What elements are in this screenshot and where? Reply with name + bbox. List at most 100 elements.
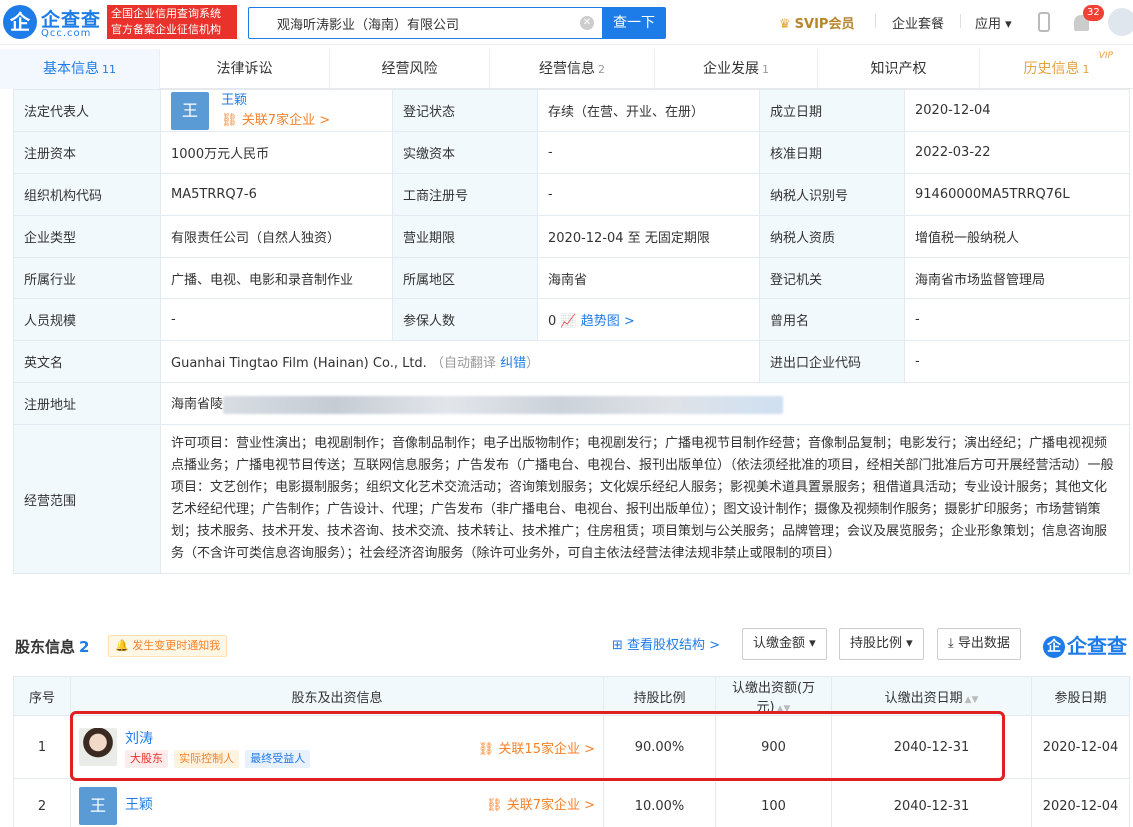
clear-icon[interactable]: ✕ bbox=[580, 16, 594, 30]
tax-id-value: 91460000MA5TRRQ76L bbox=[904, 173, 1130, 216]
term-value: 2020-12-04 至 无固定期限 bbox=[537, 215, 760, 258]
shareholder-name[interactable]: 刘涛 bbox=[125, 728, 153, 748]
tab-label: 历史信息 bbox=[1023, 61, 1080, 77]
link-icon: ⛓ bbox=[486, 798, 503, 813]
phone-icon[interactable] bbox=[1038, 12, 1050, 32]
col-date-label: 认缴出资日期 bbox=[884, 690, 963, 706]
tag-major-shareholder: 大股东 bbox=[125, 750, 168, 768]
table-row: 法定代表人 王 王颖 ⛓ 关联7家企业 > 登记状态 存续（在营、开业、在册） … bbox=[13, 89, 1130, 132]
insured-cell: 0 📈 趋势图 > bbox=[537, 298, 760, 341]
correct-link[interactable]: 纠错 bbox=[500, 356, 526, 371]
svip-link[interactable]: ♛ SVIP会员 bbox=[779, 13, 854, 32]
brand-mark: 企 bbox=[1043, 636, 1065, 658]
tab-label: 基本信息 bbox=[43, 61, 99, 77]
reg-status-value: 存续（在营、开业、在册） bbox=[537, 89, 760, 132]
tab-count: 1 bbox=[762, 63, 769, 76]
shareholder-cell: 刘涛 大股东 实际控制人 最终受益人 ⛓ 关联15家企业 > bbox=[70, 715, 604, 779]
caret-down-icon: ▾ bbox=[1005, 17, 1012, 32]
col-date[interactable]: 认缴出资日期 ▲▼ bbox=[831, 676, 1032, 716]
tab-label: 法律诉讼 bbox=[216, 61, 273, 77]
trend-link[interactable]: 📈 趋势图 > bbox=[560, 314, 634, 329]
amount-value: 900 bbox=[715, 715, 832, 779]
tab-operational-risk[interactable]: 经营风险 bbox=[330, 49, 490, 89]
ie-code-value: - bbox=[904, 340, 1130, 383]
sort-ratio-button[interactable]: 持股比例 ▾ bbox=[839, 628, 924, 660]
legal-rep-related-link[interactable]: ⛓ 关联7家企业 > bbox=[221, 113, 330, 128]
sort-icon: ▲▼ bbox=[776, 704, 791, 714]
tab-development[interactable]: 企业发展 1 bbox=[655, 49, 818, 89]
shareholder-cell: 王 王颖 ⛓ 关联7家企业 > bbox=[70, 778, 604, 827]
table-row: 经营范围 许可项目：营业性演出；电视剧制作；音像制品制作；电子出版物制作；电视剧… bbox=[13, 424, 1130, 574]
join-value: 2020-12-04 bbox=[1031, 715, 1130, 779]
logo[interactable]: 企 企查查 Qcc.com bbox=[3, 5, 103, 41]
est-date-label: 成立日期 bbox=[759, 89, 905, 132]
tab-label: 知识产权 bbox=[870, 61, 927, 77]
address-blurred bbox=[223, 395, 784, 414]
shareholder-avatar[interactable] bbox=[79, 728, 117, 766]
export-button[interactable]: ⤓ 导出数据 bbox=[937, 628, 1021, 660]
paid-capital-value: - bbox=[537, 131, 760, 174]
tab-history[interactable]: 历史信息 1 VIP bbox=[980, 49, 1133, 89]
tag-group: 大股东 实际控制人 最终受益人 bbox=[125, 750, 312, 768]
tab-basic-info[interactable]: 基本信息 11 bbox=[0, 49, 160, 89]
tab-ip[interactable]: 知识产权 bbox=[818, 49, 980, 89]
insured-label: 参保人数 bbox=[392, 298, 538, 341]
structure-icon: ⊞ bbox=[612, 638, 623, 653]
slogan-line-1: 全国企业信用查询系统 bbox=[111, 7, 221, 20]
tax-qual-value: 增值税一般纳税人 bbox=[904, 215, 1130, 258]
user-avatar[interactable] bbox=[1108, 8, 1133, 36]
equity-structure-link[interactable]: ⊞ 查看股权结构 > bbox=[612, 634, 720, 653]
est-date-value: 2020-12-04 bbox=[904, 89, 1130, 132]
ie-code-label: 进出口企业代码 bbox=[759, 340, 905, 383]
sort-amount-button[interactable]: 认缴金额 ▾ bbox=[742, 628, 827, 660]
related-companies-link[interactable]: ⛓ 关联7家企业 > bbox=[486, 794, 595, 813]
brand-logo: 企企查查 bbox=[1043, 630, 1127, 659]
tab-count: 2 bbox=[598, 63, 605, 76]
shareholder-header: 股东信息 2 🔔 发生变更时通知我 ⊞ 查看股权结构 > 认缴金额 ▾ 持股比例 … bbox=[15, 628, 1133, 662]
suite-link[interactable]: 企业套餐 bbox=[892, 13, 944, 32]
col-amount-label: 认缴出资额(万元) bbox=[731, 681, 816, 715]
en-name-value: Guanhai Tingtao Film (Hainan) Co., Ltd. bbox=[171, 356, 427, 371]
search-button[interactable]: 查一下 bbox=[602, 7, 666, 39]
search-input[interactable] bbox=[249, 8, 569, 38]
biz-reg-no-value: - bbox=[537, 173, 760, 216]
bell-icon: 🔔 bbox=[115, 639, 129, 652]
shareholder-name[interactable]: 王颖 bbox=[125, 794, 153, 814]
type-label: 企业类型 bbox=[13, 215, 161, 258]
type-value: 有限责任公司（自然人独资） bbox=[160, 215, 393, 258]
tab-bar: 基本信息 11 法律诉讼 经营风险 经营信息 2 企业发展 1 知识产权 历史信息 1 V… bbox=[0, 49, 1133, 89]
address-label: 注册地址 bbox=[13, 382, 161, 425]
en-name-cell: Guanhai Tingtao Film (Hainan) Co., Ltd. … bbox=[160, 340, 760, 383]
table-header-row: 序号 股东及出资信息 持股比例 认缴出资额(万元) ▲▼ 认缴出资日期 ▲▼ 参股日… bbox=[13, 676, 1130, 716]
legal-rep-name[interactable]: 王颖 bbox=[221, 93, 247, 108]
legal-rep-avatar[interactable]: 王 bbox=[171, 91, 209, 130]
col-no: 序号 bbox=[13, 676, 71, 716]
col-amount[interactable]: 认缴出资额(万元) ▲▼ bbox=[715, 676, 832, 716]
related-companies-link[interactable]: ⛓ 关联15家企业 > bbox=[478, 738, 595, 757]
sort-icon: ▲▼ bbox=[964, 694, 979, 705]
col-ratio: 持股比例 bbox=[603, 676, 716, 716]
tag-beneficial-owner: 最终受益人 bbox=[245, 750, 311, 768]
tab-litigation[interactable]: 法律诉讼 bbox=[160, 49, 330, 89]
related-label: 关联7家企业 > bbox=[241, 112, 331, 128]
link-icon: ⛓ bbox=[221, 112, 238, 128]
slogan-line-2: 官方备案企业征信机构 bbox=[111, 23, 221, 36]
biz-reg-no-label: 工商注册号 bbox=[392, 173, 538, 216]
tab-label: 企业发展 bbox=[703, 61, 759, 77]
basic-info-table: 法定代表人 王 王颖 ⛓ 关联7家企业 > 登记状态 存续（在营、开业、在册） … bbox=[13, 89, 1130, 574]
table-row: 所属行业 广播、电视、电影和录音制作业 所属地区 海南省 登记机关 海南省市场监… bbox=[13, 257, 1130, 299]
table-row: 组织机构代码 MA5TRRQ7-6 工商注册号 - 纳税人识别号 9146000… bbox=[13, 173, 1130, 216]
industry-label: 所属行业 bbox=[13, 257, 161, 299]
date-value: 2040-12-31 bbox=[831, 778, 1032, 827]
sort-amount-label: 认缴金额 bbox=[753, 636, 806, 651]
tab-business-info[interactable]: 经营信息 2 bbox=[490, 49, 655, 89]
apps-menu[interactable]: 应用 ▾ bbox=[975, 13, 1012, 32]
svip-label: SVIP会员 bbox=[794, 17, 855, 32]
notify-button[interactable]: 🔔 发生变更时通知我 bbox=[108, 635, 228, 657]
related-label: 关联15家企业 > bbox=[498, 742, 595, 757]
date-value: 2040-12-31 bbox=[831, 715, 1032, 779]
shareholder-avatar[interactable]: 王 bbox=[79, 787, 117, 825]
scope-label: 经营范围 bbox=[13, 424, 161, 574]
term-label: 营业期限 bbox=[392, 215, 538, 258]
address-value: 海南省陵 bbox=[171, 397, 224, 413]
